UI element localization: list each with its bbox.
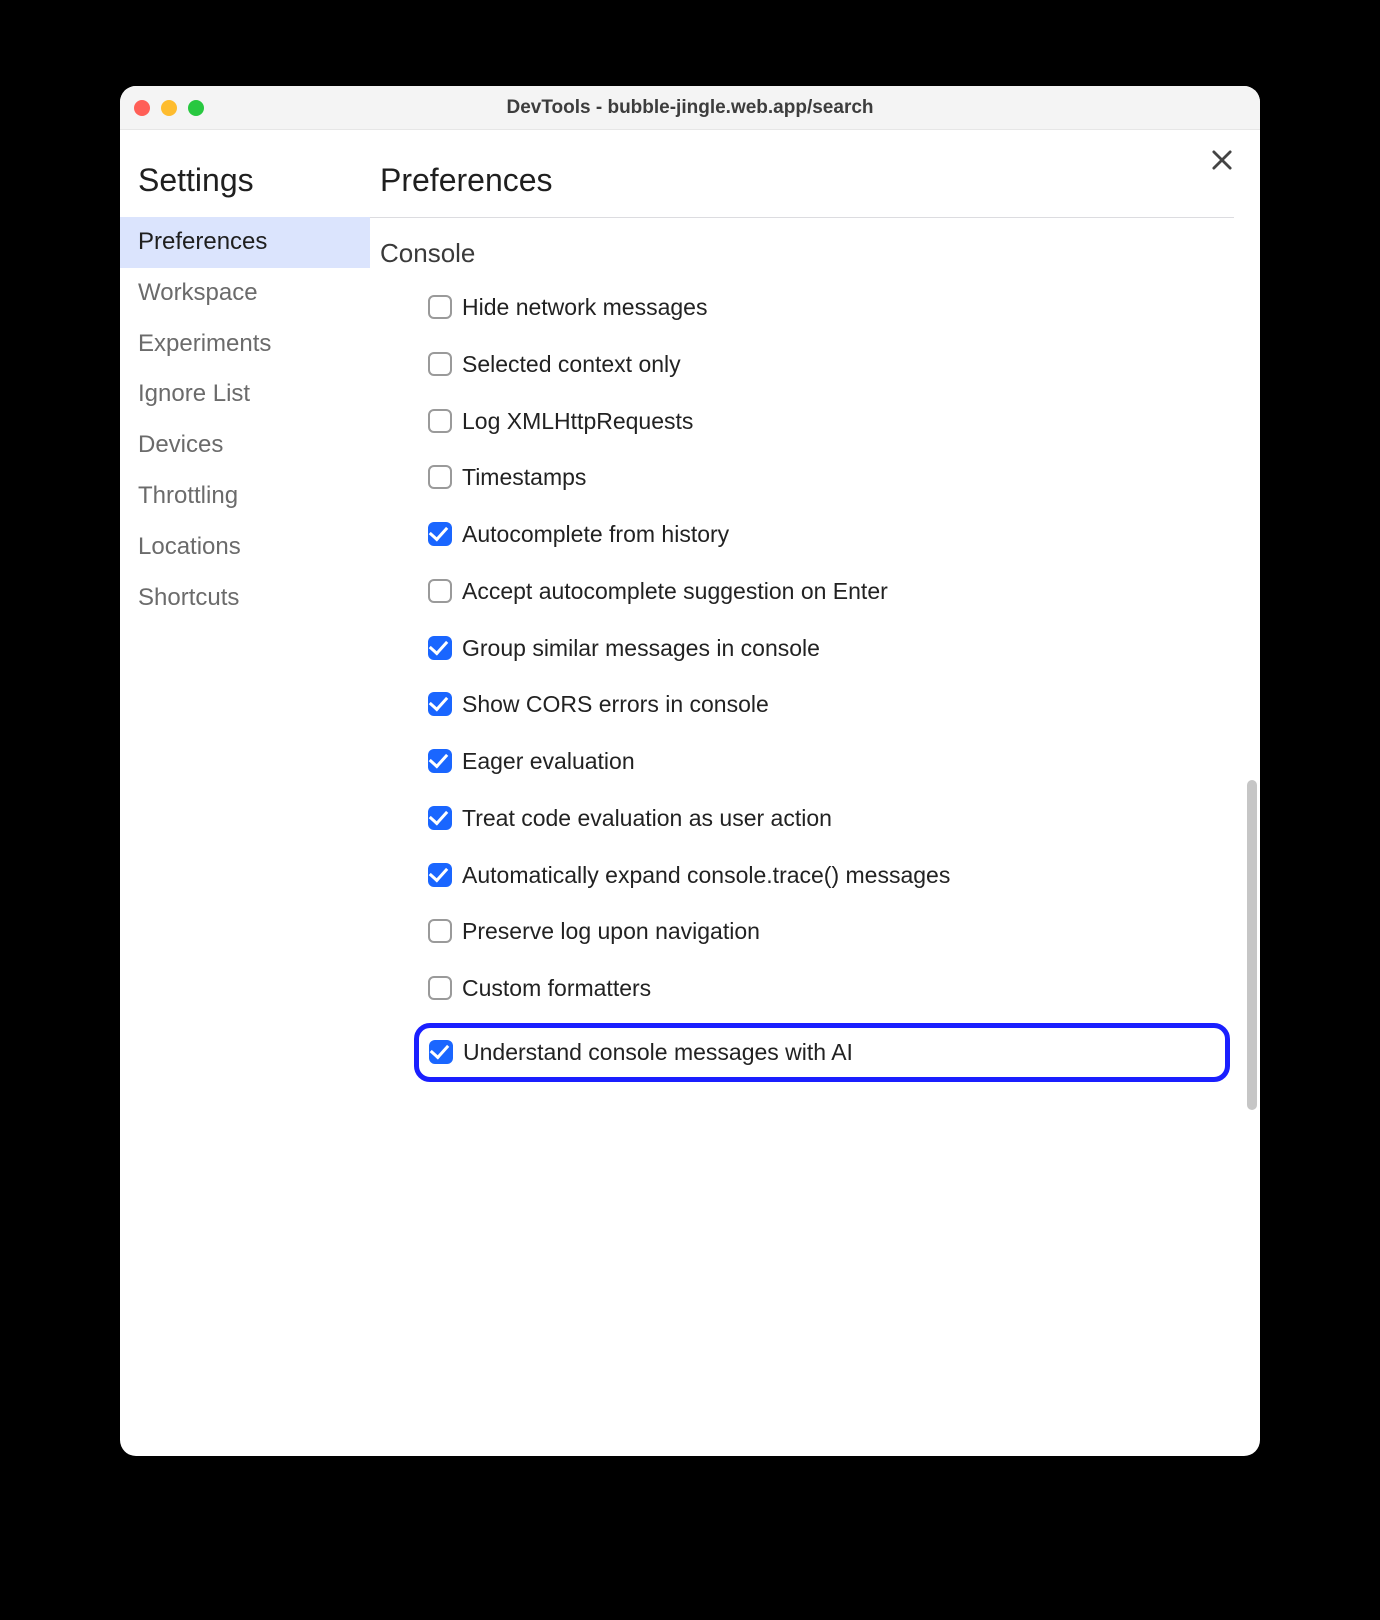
checkbox-preserve-log-upon-navigation[interactable]: [428, 919, 452, 943]
checkbox-treat-code-evaluation-as-user-action[interactable]: [428, 806, 452, 830]
checkbox-log-xmlhttprequests[interactable]: [428, 409, 452, 433]
option-row: Treat code evaluation as user action: [428, 790, 1224, 847]
option-row: Group similar messages in console: [428, 620, 1224, 677]
option-label[interactable]: Selected context only: [462, 350, 1224, 379]
option-label[interactable]: Log XMLHttpRequests: [462, 407, 1224, 436]
devtools-window: DevTools - bubble-jingle.web.app/search …: [120, 86, 1260, 1456]
option-label[interactable]: Autocomplete from history: [462, 520, 1224, 549]
settings-main: Preferences Console Hide network message…: [370, 130, 1260, 1456]
option-row: Selected context only: [428, 336, 1224, 393]
sidebar-item-ignore-list[interactable]: Ignore List: [120, 369, 370, 420]
option-label[interactable]: Show CORS errors in console: [462, 690, 1224, 719]
option-row: Custom formatters: [428, 960, 1224, 1017]
sidebar-item-experiments[interactable]: Experiments: [120, 319, 370, 370]
option-label[interactable]: Timestamps: [462, 463, 1224, 492]
window-maximize-button[interactable]: [188, 100, 204, 116]
checkbox-autocomplete-from-history[interactable]: [428, 522, 452, 546]
page-title: Preferences: [370, 154, 1234, 217]
sidebar-item-shortcuts[interactable]: Shortcuts: [120, 573, 370, 624]
window-close-button[interactable]: [134, 100, 150, 116]
traffic-lights: [134, 100, 204, 116]
scrollbar-thumb[interactable]: [1247, 780, 1257, 1110]
option-row: Show CORS errors in console: [428, 676, 1224, 733]
checkbox-hide-network-messages[interactable]: [428, 295, 452, 319]
sidebar-item-devices[interactable]: Devices: [120, 420, 370, 471]
checkbox-group-similar-messages-in-console[interactable]: [428, 636, 452, 660]
section-header: Console: [370, 238, 1234, 279]
divider: [370, 217, 1234, 218]
option-row: Timestamps: [428, 449, 1224, 506]
window-minimize-button[interactable]: [161, 100, 177, 116]
sidebar-item-workspace[interactable]: Workspace: [120, 268, 370, 319]
settings-sidebar: Settings PreferencesWorkspaceExperiments…: [120, 130, 370, 1456]
sidebar-item-throttling[interactable]: Throttling: [120, 471, 370, 522]
option-label[interactable]: Eager evaluation: [462, 747, 1224, 776]
option-row: Eager evaluation: [428, 733, 1224, 790]
option-row: Preserve log upon navigation: [428, 903, 1224, 960]
option-label[interactable]: Hide network messages: [462, 293, 1224, 322]
option-row: Accept autocomplete suggestion on Enter: [428, 563, 1224, 620]
highlighted-option: Understand console messages with AI: [414, 1023, 1230, 1082]
settings-body: Settings PreferencesWorkspaceExperiments…: [120, 130, 1260, 1456]
window-title: DevTools - bubble-jingle.web.app/search: [120, 97, 1260, 119]
checkbox-show-cors-errors-in-console[interactable]: [428, 692, 452, 716]
option-row: Autocomplete from history: [428, 506, 1224, 563]
sidebar-title: Settings: [120, 154, 370, 217]
window-titlebar: DevTools - bubble-jingle.web.app/search: [120, 86, 1260, 130]
checkbox-automatically-expand-console-trace-messages[interactable]: [428, 863, 452, 887]
sidebar-item-preferences[interactable]: Preferences: [120, 217, 370, 268]
option-label[interactable]: Treat code evaluation as user action: [462, 804, 1224, 833]
option-label[interactable]: Group similar messages in console: [462, 634, 1224, 663]
checkbox-accept-autocomplete-suggestion-on-enter[interactable]: [428, 579, 452, 603]
option-label[interactable]: Preserve log upon navigation: [462, 917, 1224, 946]
option-row: Log XMLHttpRequests: [428, 393, 1224, 450]
option-row: Automatically expand console.trace() mes…: [428, 847, 1224, 904]
sidebar-item-locations[interactable]: Locations: [120, 522, 370, 573]
checkbox-selected-context-only[interactable]: [428, 352, 452, 376]
option-label[interactable]: Understand console messages with AI: [463, 1038, 1209, 1067]
checkbox-timestamps[interactable]: [428, 465, 452, 489]
option-label[interactable]: Custom formatters: [462, 974, 1224, 1003]
checkbox-custom-formatters[interactable]: [428, 976, 452, 1000]
option-label[interactable]: Automatically expand console.trace() mes…: [462, 861, 1224, 890]
options-list: Hide network messages Selected context on…: [370, 279, 1234, 1082]
checkbox-understand-console-messages-with-ai[interactable]: [429, 1040, 453, 1064]
option-row: Hide network messages: [428, 279, 1224, 336]
option-label[interactable]: Accept autocomplete suggestion on Enter: [462, 577, 1224, 606]
checkbox-eager-evaluation[interactable]: [428, 749, 452, 773]
